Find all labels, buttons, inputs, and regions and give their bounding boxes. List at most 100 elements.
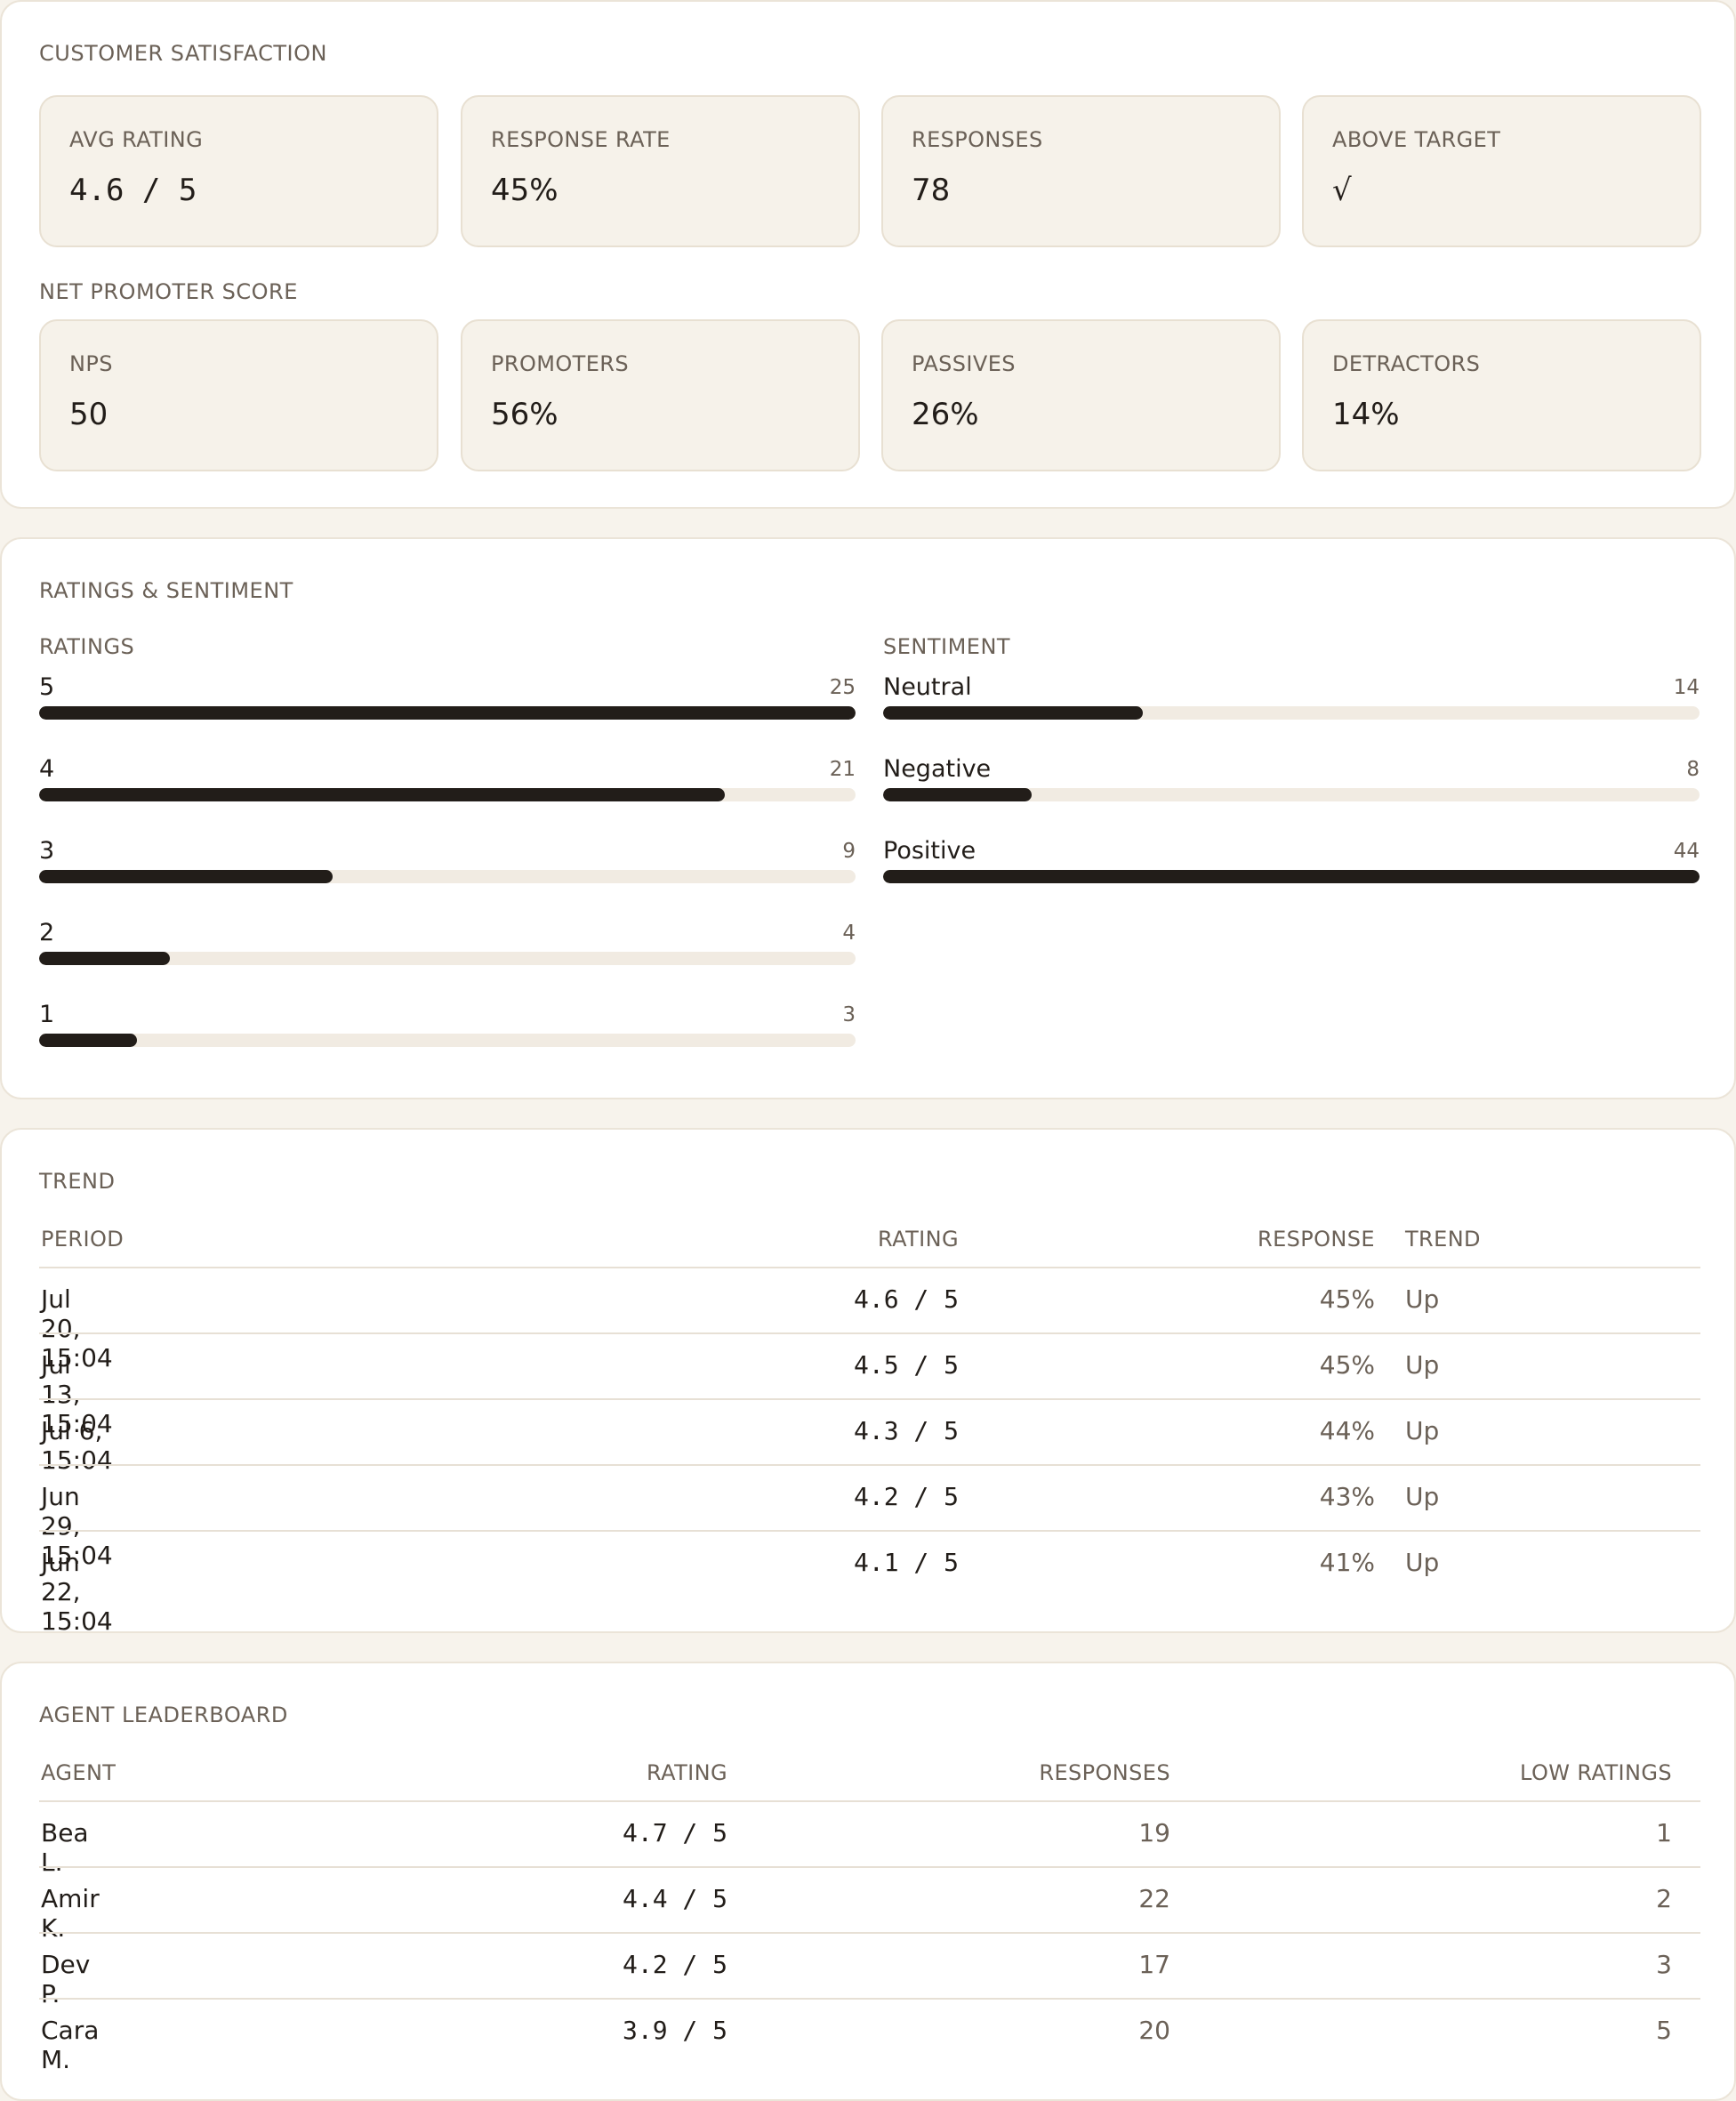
bar-count: 8 [1686, 758, 1700, 781]
kpi-detractors: DETRACTORS 14% [1302, 319, 1701, 471]
section-title: RATINGS & SENTIMENT [39, 578, 293, 603]
agent-leaderboard-card: AGENT LEADERBOARD AGENT RATING RESPONSES… [0, 1662, 1736, 2101]
cell-low-ratings: 5 [1656, 2016, 1672, 2045]
bar-label: 3 [39, 837, 55, 865]
col-rating: RATING [878, 1227, 959, 1252]
kpi-passives: PASSIVES 26% [881, 319, 1281, 471]
bar-label: 5 [39, 673, 55, 701]
cell-rating: 4.4 / 5 [622, 1884, 727, 1913]
row-divider [39, 1464, 1700, 1466]
kpi-label: PROMOTERS [491, 351, 629, 376]
section-title: AGENT LEADERBOARD [39, 1703, 288, 1727]
bar-count: 25 [829, 676, 856, 699]
cell-responses: 17 [1138, 1950, 1170, 1979]
bar-fill [39, 788, 726, 801]
cell-rating: 4.7 / 5 [622, 1818, 727, 1847]
bar-track [39, 870, 856, 883]
bar-fill [39, 706, 856, 720]
col-low-ratings: LOW RATINGS [1520, 1760, 1672, 1785]
row-divider [39, 1932, 1700, 1934]
checkmark-icon: √ [1332, 173, 1352, 208]
bar-count: 21 [829, 758, 856, 781]
cell-rating: 4.5 / 5 [853, 1350, 959, 1380]
kpi-value: 45% [491, 173, 559, 208]
col-response: RESPONSE [1258, 1227, 1375, 1252]
section-title: TREND [39, 1169, 116, 1194]
bar-label: Positive [883, 837, 976, 865]
cell-rating: 4.3 / 5 [853, 1416, 959, 1445]
col-rating: RATING [647, 1760, 727, 1785]
cell-responses: 22 [1138, 1884, 1170, 1913]
row-divider [39, 1800, 1700, 1802]
bar-track [883, 706, 1700, 720]
cell-rating: 4.2 / 5 [853, 1482, 959, 1511]
cell-rating: 4.2 / 5 [622, 1950, 727, 1979]
cell-low-ratings: 3 [1656, 1950, 1672, 1979]
row-divider [39, 1530, 1700, 1532]
bar-track [39, 788, 856, 801]
bar-track [883, 788, 1700, 801]
kpi-label: NPS [69, 351, 113, 376]
kpi-promoters: PROMOTERS 56% [461, 319, 860, 471]
customer-satisfaction-card: CUSTOMER SATISFACTION AVG RATING 4.6 / 5… [0, 0, 1736, 509]
cell-response: 45% [1319, 1284, 1375, 1314]
kpi-value: 50 [69, 397, 108, 432]
cell-response: 41% [1319, 1548, 1375, 1577]
kpi-value: 26% [912, 397, 979, 432]
bar-count: 4 [842, 922, 856, 945]
ratings-sentiment-card: RATINGS & SENTIMENT RATINGS SENTIMENT 5 2… [0, 537, 1736, 1099]
kpi-nps: NPS 50 [39, 319, 438, 471]
kpi-value: 56% [491, 397, 559, 432]
bar-count: 14 [1673, 676, 1700, 699]
col-responses: RESPONSES [1039, 1760, 1170, 1785]
bar-track [39, 1034, 856, 1047]
nps-subtitle: NET PROMOTER SCORE [39, 279, 298, 304]
cell-rating: 4.6 / 5 [853, 1284, 959, 1314]
trend-card: TREND PERIOD RATING RESPONSE TREND Jul 2… [0, 1128, 1736, 1636]
sentiment-subtitle: SENTIMENT [883, 634, 1011, 659]
cell-trend: Up [1405, 1284, 1440, 1314]
bar-fill [883, 706, 1144, 720]
kpi-above-target: ABOVE TARGET √ [1302, 95, 1701, 247]
cell-agent: Amir K. [41, 1884, 100, 1943]
cell-trend: Up [1405, 1548, 1440, 1577]
kpi-responses: RESPONSES 78 [881, 95, 1281, 247]
cell-trend: Up [1405, 1482, 1440, 1511]
bar-label: Neutral [883, 673, 972, 701]
bar-fill [39, 870, 334, 883]
kpi-value: 4.6 / 5 [69, 173, 197, 208]
kpi-label: AVG RATING [69, 127, 204, 152]
bar-label: 2 [39, 919, 55, 946]
bar-track [39, 706, 856, 720]
section-title: CUSTOMER SATISFACTION [39, 41, 327, 66]
row-divider [39, 1866, 1700, 1868]
row-divider [39, 1998, 1700, 2000]
cell-responses: 19 [1138, 1818, 1170, 1847]
cell-agent: Bea L. [41, 1818, 89, 1877]
col-period: PERIOD [41, 1227, 125, 1252]
cell-low-ratings: 1 [1656, 1818, 1672, 1847]
kpi-value: 78 [912, 173, 951, 208]
cell-rating: 4.1 / 5 [853, 1548, 959, 1577]
bar-track [883, 870, 1700, 883]
kpi-avg-rating: AVG RATING 4.6 / 5 [39, 95, 438, 247]
bar-track [39, 952, 856, 965]
bar-fill [39, 952, 170, 965]
ratings-subtitle: RATINGS [39, 634, 135, 659]
cell-response: 45% [1319, 1350, 1375, 1380]
cell-responses: 20 [1138, 2016, 1170, 2045]
cell-period: Jul 6, 15:04 [41, 1416, 113, 1475]
bar-fill [883, 788, 1032, 801]
cell-agent: Dev P. [41, 1950, 91, 2008]
bar-fill [39, 1034, 138, 1047]
bar-label: Negative [883, 755, 992, 783]
bar-count: 44 [1673, 840, 1700, 863]
bar-count: 9 [842, 840, 856, 863]
cell-response: 43% [1319, 1482, 1375, 1511]
row-divider [39, 1332, 1700, 1334]
kpi-label: DETRACTORS [1332, 351, 1481, 376]
kpi-label: ABOVE TARGET [1332, 127, 1501, 152]
cell-trend: Up [1405, 1416, 1440, 1445]
cell-response: 44% [1319, 1416, 1375, 1445]
cell-rating: 3.9 / 5 [622, 2016, 727, 2045]
